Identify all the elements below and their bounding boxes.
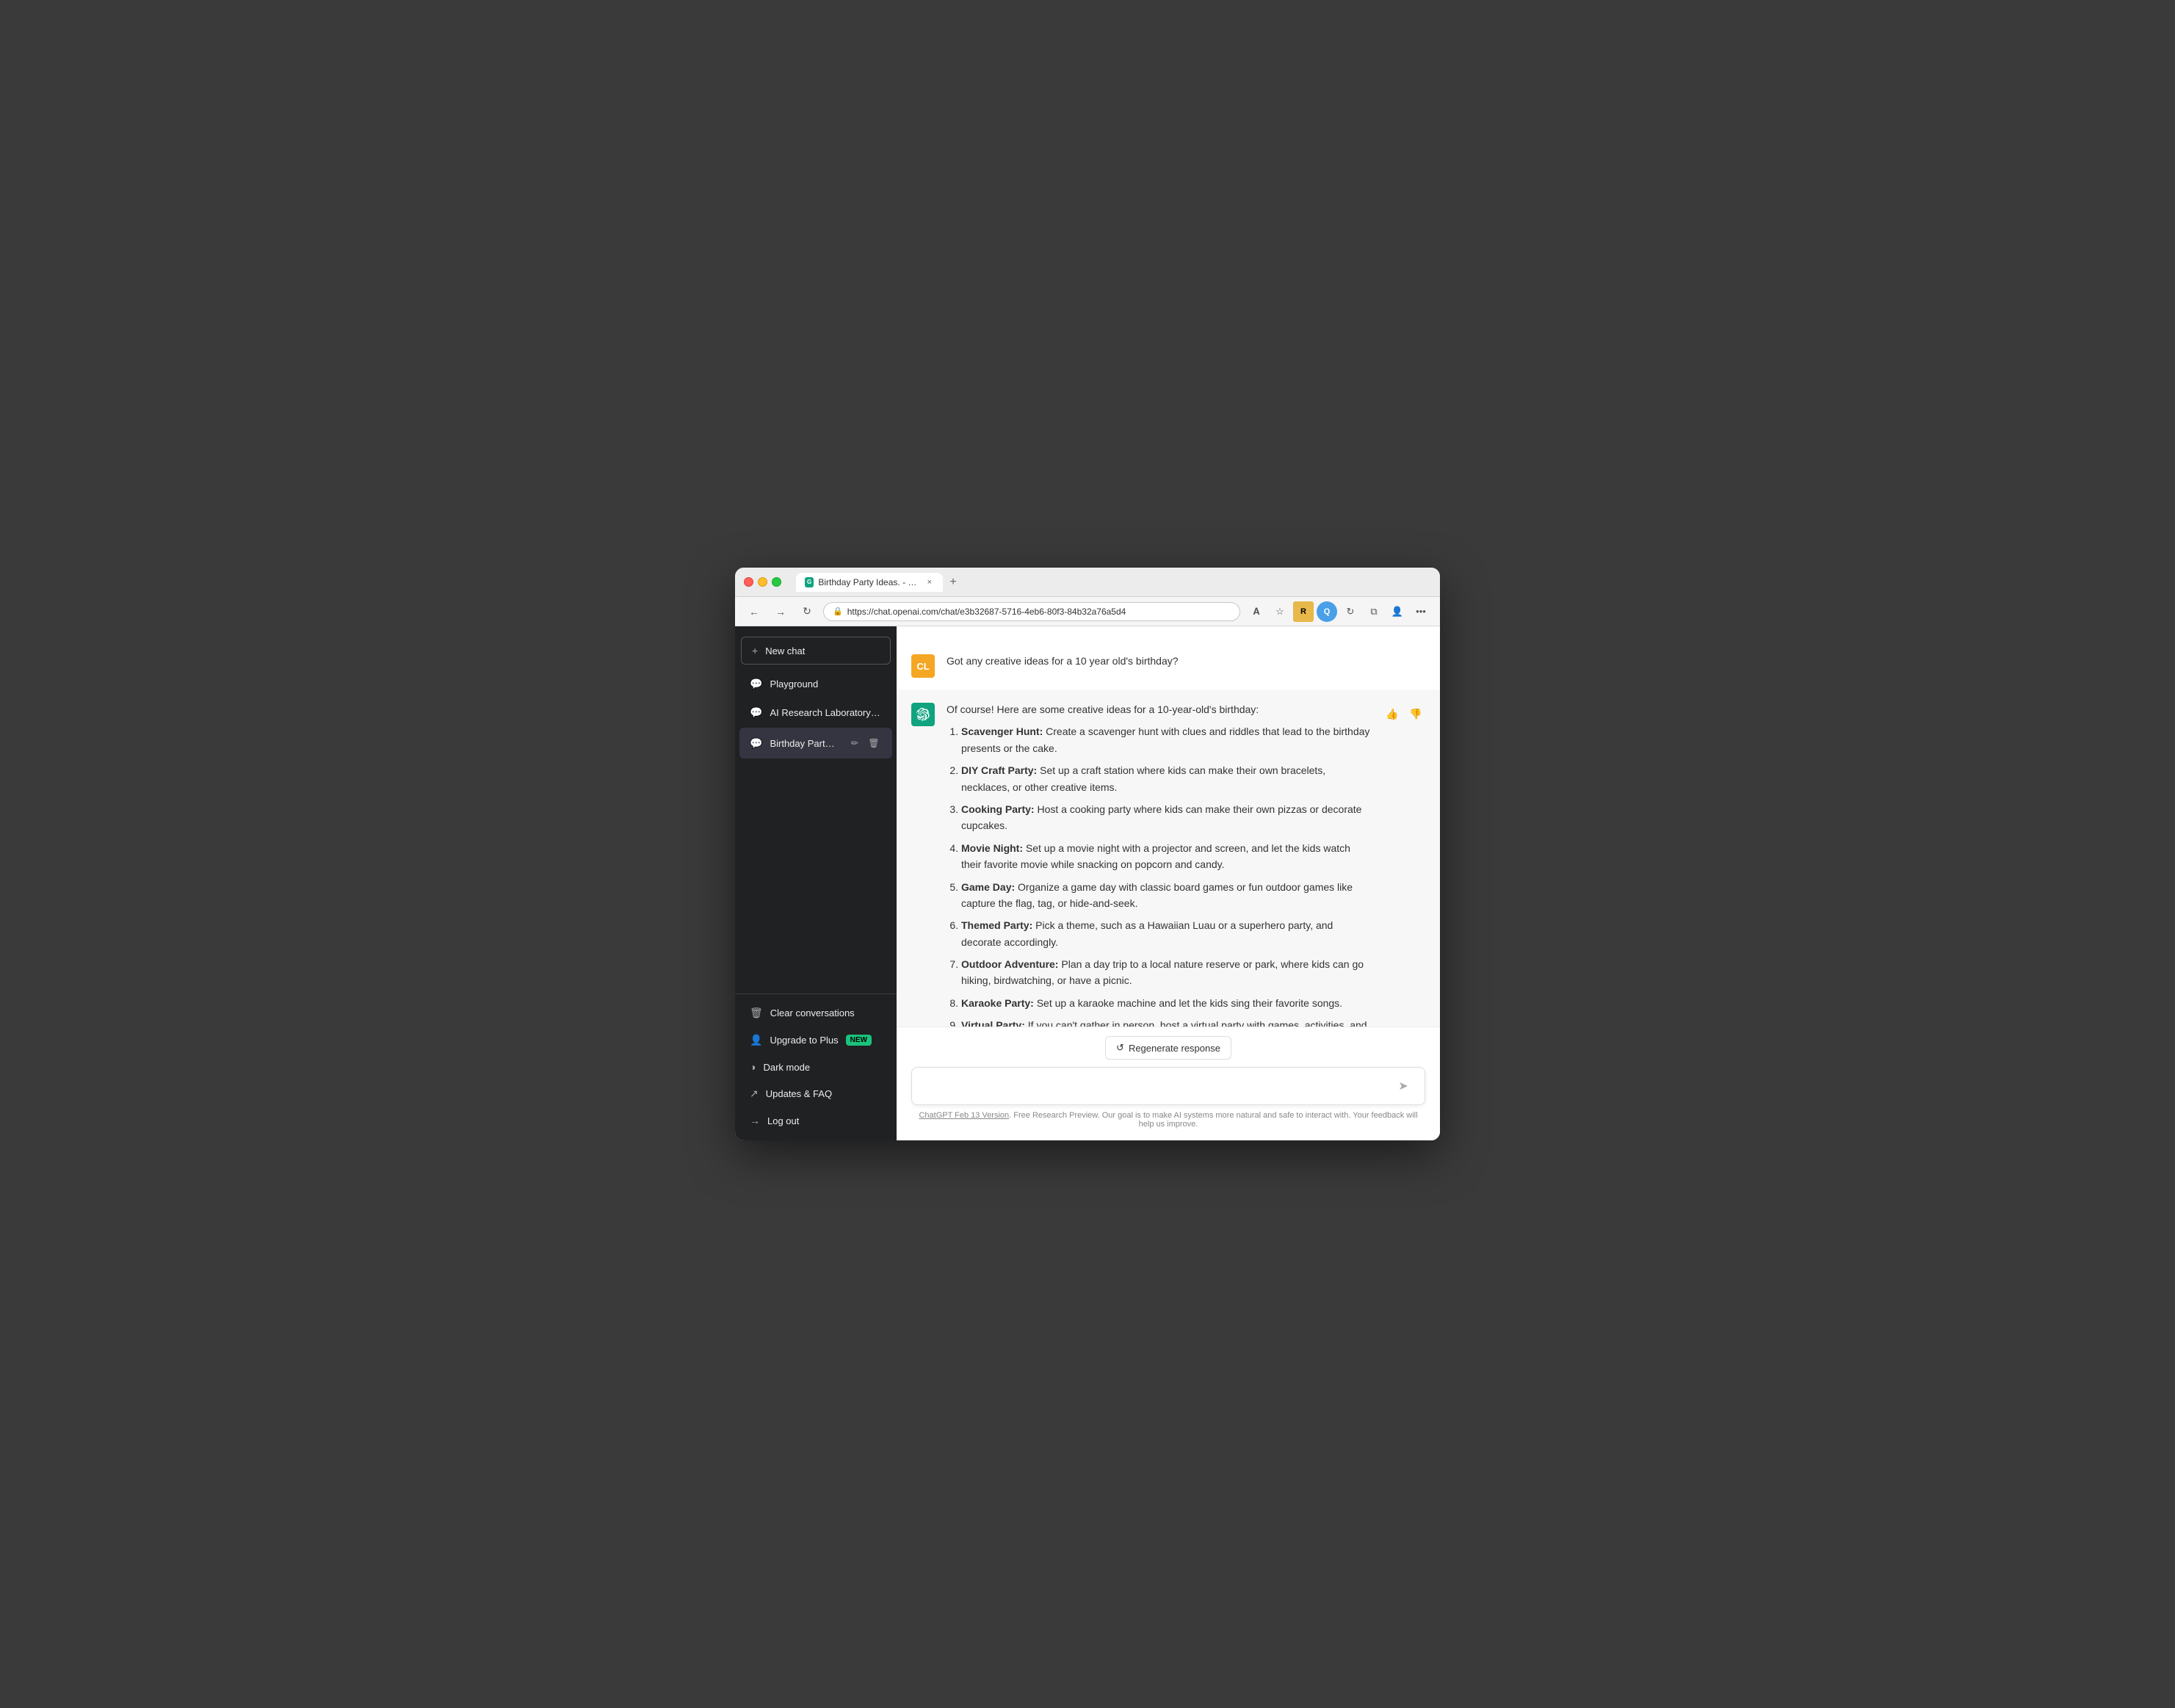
browser-window: G Birthday Party Ideas. - https:// × + ←… (735, 568, 1440, 1140)
person-icon: 👤 (750, 1034, 762, 1046)
upgrade-plus-label: Upgrade to Plus (770, 1035, 838, 1046)
more-icon[interactable]: ••• (1411, 601, 1431, 622)
new-chat-button[interactable]: + New chat (741, 637, 891, 665)
list-item: DIY Craft Party: Set up a craft station … (961, 762, 1371, 795)
regenerate-bar: ↺ Regenerate response (911, 1036, 1425, 1060)
sidebar-item-birthday-label: Birthday Party Ideas. (770, 738, 839, 749)
sidebar: + New chat 💬 Playground 💬 AI Research La… (735, 626, 897, 1140)
thumbs-up-button[interactable]: 👍 (1383, 704, 1402, 723)
new-tab-button[interactable]: + (943, 572, 963, 593)
back-button[interactable]: ← (744, 601, 764, 622)
edit-chat-button[interactable]: ✏ (847, 735, 863, 751)
tab-close-button[interactable]: × (925, 577, 934, 587)
message-actions: 👍 👎 (1383, 704, 1425, 723)
fullscreen-button[interactable] (772, 577, 781, 587)
ai-intro-text: Of course! Here are some creative ideas … (947, 701, 1371, 717)
regenerate-icon: ↺ (1116, 1042, 1124, 1054)
dark-mode-button[interactable]: ◑ Dark mode (739, 1054, 892, 1079)
list-item: Game Day: Organize a game day with class… (961, 879, 1371, 912)
chat-icon-3: 💬 (750, 737, 762, 750)
thumbs-down-button[interactable]: 👎 (1406, 704, 1425, 723)
regenerate-label: Regenerate response (1129, 1043, 1220, 1054)
ai-message-content: Of course! Here are some creative ideas … (947, 701, 1371, 1027)
sidebar-item-playground-label: Playground (770, 679, 882, 690)
trash-icon: 🗑 (750, 1007, 763, 1019)
clear-conversations-label: Clear conversations (770, 1007, 855, 1018)
updates-faq-label: Updates & FAQ (766, 1088, 832, 1099)
send-button[interactable]: ➤ (1392, 1075, 1414, 1097)
refresh-button[interactable]: ↻ (797, 601, 817, 622)
footer-text: . Free Research Preview. Our goal is to … (1009, 1111, 1417, 1129)
sidebar-item-birthday[interactable]: 💬 Birthday Party Ideas. ✏ 🗑 (739, 728, 892, 759)
traffic-lights (744, 577, 781, 587)
forward-button[interactable]: → (770, 601, 791, 622)
list-item: Scavenger Hunt: Create a scavenger hunt … (961, 723, 1371, 756)
sidebar-top: + New chat 💬 Playground 💬 AI Research La… (735, 632, 897, 994)
regenerate-button[interactable]: ↺ Regenerate response (1105, 1036, 1231, 1060)
tab-bar: G Birthday Party Ideas. - https:// × + (796, 572, 1431, 593)
chat-icon: 💬 (750, 678, 762, 690)
ideas-list: Scavenger Hunt: Create a scavenger hunt … (947, 723, 1371, 1027)
tab-favicon: G (805, 577, 814, 587)
list-item: Outdoor Adventure: Plan a day trip to a … (961, 956, 1371, 989)
delete-chat-button[interactable]: 🗑 (866, 735, 882, 751)
version-link[interactable]: ChatGPT Feb 13 Version (919, 1111, 1009, 1120)
list-item: Cooking Party: Host a cooking party wher… (961, 801, 1371, 834)
ai-avatar (911, 703, 935, 726)
chat-input-area: ↺ Regenerate response ➤ ChatGPT Feb 13 V… (897, 1027, 1440, 1140)
sidebar-item-ai-research[interactable]: 💬 AI Research Laboratory Foun (739, 699, 892, 726)
list-item: Themed Party: Pick a theme, such as a Ha… (961, 917, 1371, 950)
chat-messages: CL Got any creative ideas for a 10 year … (897, 626, 1440, 1027)
bookmark-icon[interactable]: ☆ (1270, 601, 1290, 622)
chat-input-box: ➤ (911, 1067, 1425, 1105)
chat-input-field[interactable] (922, 1077, 1392, 1095)
sidebar-item-actions: ✏ 🗑 (847, 735, 882, 751)
browser-actions: 𝐀 ☆ R Q ↻ ⧉ 👤 ••• (1246, 601, 1431, 622)
external-link-icon: ↗ (750, 1088, 759, 1100)
chat-footer: ChatGPT Feb 13 Version. Free Research Pr… (911, 1111, 1425, 1129)
user-message-text: Got any creative ideas for a 10 year old… (947, 653, 1425, 669)
upgrade-plus-button[interactable]: 👤 Upgrade to Plus NEW (739, 1027, 892, 1053)
logout-button[interactable]: → Log out (739, 1108, 892, 1133)
active-tab[interactable]: G Birthday Party Ideas. - https:// × (796, 573, 943, 592)
close-button[interactable] (744, 577, 753, 587)
user-message-content: Got any creative ideas for a 10 year old… (947, 653, 1425, 675)
sidebar-item-ai-research-label: AI Research Laboratory Foun (770, 707, 882, 718)
profile-icon[interactable]: 👤 (1387, 601, 1408, 622)
sidebar-item-playground[interactable]: 💬 Playground (739, 670, 892, 698)
moon-icon: ◑ (750, 1061, 756, 1073)
new-badge: NEW (846, 1035, 872, 1046)
sidebar-bottom: 🗑 Clear conversations 👤 Upgrade to Plus … (735, 994, 897, 1135)
tab-title: Birthday Party Ideas. - https:// (818, 577, 920, 587)
extension-q-icon[interactable]: Q (1317, 601, 1337, 622)
navbar: ← → ↻ 🔒 https://chat.openai.com/chat/e3b… (735, 597, 1440, 626)
user-avatar: CL (911, 654, 935, 678)
new-chat-label: New chat (765, 645, 880, 656)
list-item: Virtual Party: If you can't gather in pe… (961, 1017, 1371, 1027)
split-view-icon[interactable]: ⧉ (1364, 601, 1384, 622)
extension-r-icon[interactable]: R (1293, 601, 1314, 622)
address-bar[interactable]: 🔒 https://chat.openai.com/chat/e3b32687-… (823, 602, 1240, 621)
url-text: https://chat.openai.com/chat/e3b32687-57… (847, 607, 1126, 617)
plus-icon: + (752, 645, 758, 656)
chat-icon-2: 💬 (750, 706, 762, 719)
app-content: + New chat 💬 Playground 💬 AI Research La… (735, 626, 1440, 1140)
chat-area: CL Got any creative ideas for a 10 year … (897, 626, 1440, 1140)
logout-label: Log out (767, 1115, 799, 1126)
clear-conversations-button[interactable]: 🗑 Clear conversations (739, 1000, 892, 1026)
reload-icon[interactable]: ↻ (1340, 601, 1361, 622)
list-item: Movie Night: Set up a movie night with a… (961, 840, 1371, 873)
lock-icon: 🔒 (833, 607, 843, 616)
updates-faq-button[interactable]: ↗ Updates & FAQ (739, 1081, 892, 1107)
ai-message-row: Of course! Here are some creative ideas … (897, 690, 1440, 1027)
logout-icon: → (750, 1115, 760, 1126)
user-message-row: CL Got any creative ideas for a 10 year … (897, 641, 1440, 690)
list-item: Karaoke Party: Set up a karaoke machine … (961, 995, 1371, 1011)
dark-mode-label: Dark mode (763, 1062, 810, 1073)
titlebar: G Birthday Party Ideas. - https:// × + (735, 568, 1440, 597)
minimize-button[interactable] (758, 577, 767, 587)
reader-icon[interactable]: 𝐀 (1246, 601, 1267, 622)
